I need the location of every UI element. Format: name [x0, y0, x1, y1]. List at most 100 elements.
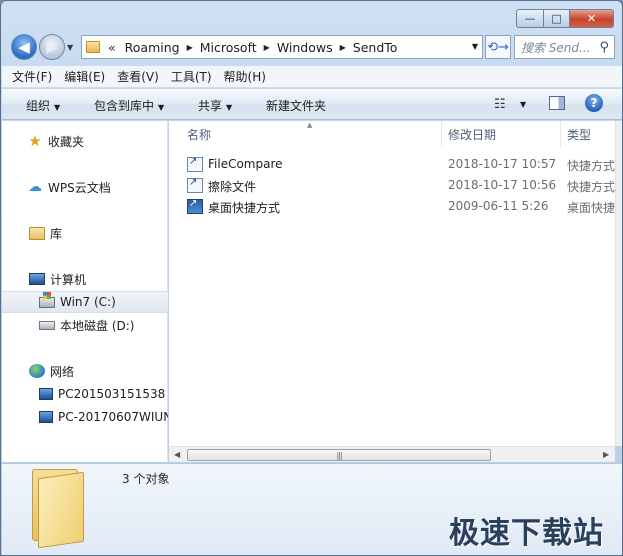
maximize-button[interactable]: □: [544, 9, 570, 28]
file-type: 快捷方式: [567, 159, 615, 173]
sort-ascending-icon: ▲: [307, 121, 313, 129]
menu-file[interactable]: 文件(F): [12, 68, 52, 85]
caption-buttons: — □ ✕: [516, 9, 614, 28]
refresh-button[interactable]: ⟲→: [485, 35, 511, 59]
menu-tools[interactable]: 工具(T): [171, 68, 212, 85]
sidebar-item-label: 本地磁盘 (D:): [60, 318, 135, 333]
file-type: 快捷方式: [567, 180, 615, 194]
search-placeholder: 搜索 Send...: [521, 40, 591, 55]
folder-icon: [32, 469, 84, 549]
column-header-name[interactable]: 名称: [187, 121, 211, 147]
column-divider[interactable]: [441, 121, 442, 147]
breadcrumb-windows[interactable]: Windows: [277, 40, 333, 55]
file-name: 擦除文件: [208, 180, 257, 194]
organize-button[interactable]: 组织 ▼: [26, 97, 60, 114]
breadcrumb-overflow[interactable]: «: [108, 40, 116, 55]
view-options-icon[interactable]: ☷: [494, 97, 506, 112]
library-icon: [29, 226, 45, 240]
windows-drive-icon: [39, 292, 55, 308]
file-name: FileCompare: [208, 157, 283, 171]
column-header-modified[interactable]: 修改日期: [448, 121, 496, 147]
scroll-right-icon[interactable]: ▶: [603, 450, 609, 459]
address-row: ◀ ▶ ▼ « Roaming ▶ Microsoft ▶ Windows ▶ …: [9, 33, 616, 61]
include-library-label: 包含到库中: [94, 99, 155, 113]
file-row[interactable]: 桌面快捷方式 2009-06-11 5:26 桌面快捷: [169, 196, 615, 217]
back-button[interactable]: ◀: [11, 34, 37, 60]
shortcut-icon: [187, 177, 203, 193]
sidebar-item-label: PC201503151538: [58, 387, 166, 401]
sidebar-item-local-disk[interactable]: 本地磁盘 (D:): [2, 314, 168, 336]
shortcut-icon: [187, 156, 203, 172]
share-button[interactable]: 共享 ▼: [198, 97, 232, 114]
sidebar-item-libraries[interactable]: 库: [2, 222, 168, 244]
refresh-icon: ⟲→: [487, 39, 509, 55]
chevron-down-icon: ▼: [158, 103, 165, 112]
file-row[interactable]: 擦除文件 2018-10-17 10:56 快捷方式: [169, 175, 615, 196]
sidebar-item-label: 计算机: [50, 272, 87, 287]
sidebar-item-computer[interactable]: 计算机: [2, 268, 168, 290]
sidebar-item-pc2[interactable]: PC-20170607WIUN: [2, 406, 168, 428]
close-button[interactable]: ✕: [570, 9, 614, 28]
address-dropdown-icon[interactable]: ▼: [472, 42, 478, 51]
search-icon[interactable]: ⚲: [599, 40, 609, 55]
watermark-logo: 极速下载站: [449, 516, 604, 551]
sidebar-item-favorites[interactable]: ★ 收藏夹: [2, 130, 168, 152]
sidebar-item-label: WPS云文档: [48, 180, 111, 195]
sidebar-item-network[interactable]: 网络: [2, 360, 168, 382]
breadcrumb-microsoft[interactable]: Microsoft: [200, 40, 257, 55]
new-folder-button[interactable]: 新建文件夹: [266, 97, 326, 114]
menu-edit[interactable]: 编辑(E): [64, 68, 105, 85]
forward-button[interactable]: ▶: [39, 34, 65, 60]
share-label: 共享: [198, 99, 223, 113]
file-date: 2018-10-17 10:56: [448, 178, 557, 192]
details-pane: 3 个对象 极速下载站: [2, 463, 622, 555]
menu-view[interactable]: 查看(V): [117, 68, 159, 85]
network-computer-icon: [39, 388, 53, 400]
organize-label: 组织: [26, 99, 51, 113]
file-date: 2009-06-11 5:26: [448, 199, 549, 213]
folder-icon: [86, 41, 100, 53]
help-icon[interactable]: ?: [585, 94, 603, 112]
network-icon: [29, 364, 45, 378]
file-row[interactable]: FileCompare 2018-10-17 10:57 快捷方式: [169, 154, 615, 175]
sidebar-item-label: PC-20170607WIUN: [58, 410, 168, 424]
breadcrumb-roaming[interactable]: Roaming: [125, 40, 180, 55]
star-icon: ★: [28, 132, 42, 150]
navigation-pane: ★ 收藏夹 ☁ WPS云文档 库 计算机 Win7 (C:) 本地磁盘 (D:)…: [2, 121, 168, 462]
chevron-down-icon: ▼: [226, 103, 233, 112]
sidebar-item-wps[interactable]: ☁ WPS云文档: [2, 176, 168, 198]
minimize-button[interactable]: —: [516, 9, 544, 28]
include-in-library-button[interactable]: 包含到库中 ▼: [94, 97, 164, 114]
breadcrumb-chevron-icon[interactable]: ▶: [340, 43, 346, 52]
file-list: ▲ 名称 修改日期 类型 FileCompare 2018-10-17 10:5…: [169, 121, 615, 446]
vertical-scrollbar[interactable]: [615, 121, 622, 446]
sidebar-item-label: 收藏夹: [48, 134, 85, 149]
chevron-down-icon[interactable]: ▼: [520, 100, 526, 109]
file-name: 桌面快捷方式: [208, 201, 281, 215]
breadcrumb-sendto[interactable]: SendTo: [353, 40, 398, 55]
explorer-window: — □ ✕ ◀ ▶ ▼ « Roaming ▶ Microsoft ▶ Wind…: [0, 0, 623, 556]
sidebar-item-label: 网络: [50, 364, 75, 379]
menu-help[interactable]: 帮助(H): [224, 68, 266, 85]
chevron-down-icon: ▼: [54, 103, 61, 112]
breadcrumb-chevron-icon[interactable]: ▶: [264, 43, 270, 52]
horizontal-scrollbar[interactable]: ◀ ||| ▶: [169, 446, 615, 462]
command-bar: 组织 ▼ 包含到库中 ▼ 共享 ▼ 新建文件夹 ☷ ▼ ?: [2, 89, 622, 120]
column-divider[interactable]: [560, 121, 561, 147]
search-input[interactable]: 搜索 Send... ⚲: [514, 35, 615, 59]
column-header-type[interactable]: 类型: [567, 121, 591, 147]
recent-pages-dropdown[interactable]: ▼: [67, 43, 73, 52]
sidebar-item-pc1[interactable]: PC201503151538: [2, 383, 168, 405]
computer-icon: [29, 273, 45, 285]
hard-drive-icon: [39, 320, 55, 330]
scroll-left-icon[interactable]: ◀: [174, 450, 180, 459]
scrollbar-thumb[interactable]: |||: [187, 449, 491, 461]
sidebar-item-label: Win7 (C:): [60, 295, 116, 309]
sidebar-item-win7-drive[interactable]: Win7 (C:): [2, 291, 168, 313]
address-bar[interactable]: « Roaming ▶ Microsoft ▶ Windows ▶ SendTo…: [81, 35, 483, 59]
desktop-shortcut-icon: [187, 198, 203, 214]
breadcrumb-chevron-icon[interactable]: ▶: [187, 43, 193, 52]
menu-bar: 文件(F) 编辑(E) 查看(V) 工具(T) 帮助(H): [2, 66, 622, 88]
preview-pane-icon[interactable]: [549, 96, 565, 110]
cloud-icon: ☁: [28, 179, 42, 195]
